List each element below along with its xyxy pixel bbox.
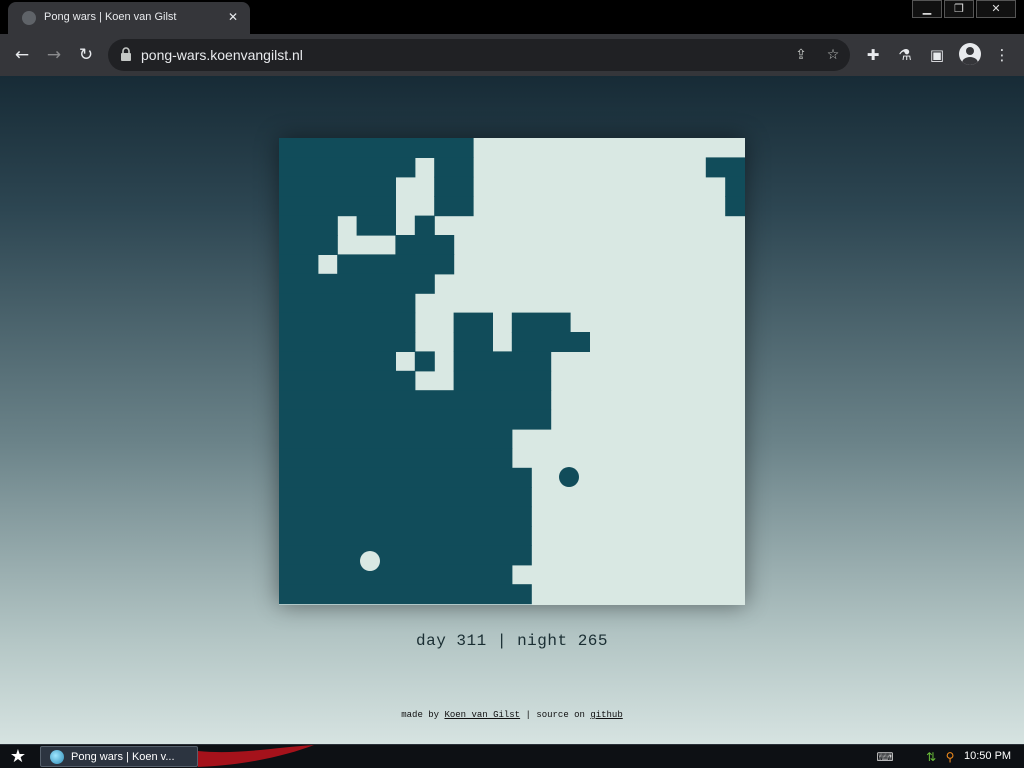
footer: made by Koen van Gilst | source on githu…: [0, 710, 1024, 720]
night-cell: [279, 584, 532, 605]
night-cell: [705, 157, 745, 178]
night-cell: [414, 215, 435, 236]
night-cell: [511, 312, 571, 333]
night-cell: [279, 409, 552, 430]
night-label: night: [517, 632, 568, 650]
night-cell: [434, 157, 474, 178]
night-cell: [453, 370, 552, 391]
night-cell: [279, 312, 416, 333]
restore-icon[interactable]: ❐: [944, 0, 974, 18]
night-cell: [279, 429, 513, 449]
night-cell: [395, 235, 455, 255]
arrow-left-icon[interactable]: ←: [10, 43, 34, 67]
decorative-swoosh: [198, 745, 314, 767]
github-link[interactable]: github: [590, 710, 622, 720]
night-cell: [279, 564, 513, 585]
tab-strip: Pong wars | Koen van Gilst ✕ ▁ ❐ ✕: [0, 0, 1024, 34]
footer-separator: |: [525, 710, 531, 720]
night-cell: [279, 506, 532, 527]
window-close-icon[interactable]: ✕: [976, 0, 1016, 18]
night-cell: [511, 332, 590, 352]
source-label: source on: [536, 710, 585, 720]
game-board: [279, 138, 745, 605]
night-cell: [725, 196, 745, 217]
night-ball: [559, 467, 579, 487]
night-cell: [279, 487, 532, 508]
keyboard-icon[interactable]: ⌨: [876, 748, 894, 766]
game-canvas: [279, 138, 745, 605]
close-icon[interactable]: ✕: [224, 8, 242, 26]
night-cell: [279, 176, 396, 197]
night-cell: [279, 157, 416, 178]
night-cell: [725, 176, 745, 197]
night-cell: [453, 351, 552, 372]
tab-title: Pong wars | Koen van Gilst: [44, 11, 177, 23]
made-by-label: made by: [401, 710, 440, 720]
night-cell: [279, 196, 396, 217]
night-cell: [337, 254, 455, 275]
arrow-right-icon[interactable]: →: [42, 43, 66, 67]
page-viewport: day 311 | night 265 made by Koen van Gil…: [0, 76, 1024, 744]
night-cell: [279, 526, 532, 546]
day-label: day: [416, 632, 447, 650]
night-cell: [356, 215, 396, 236]
night-cell: [279, 332, 416, 352]
night-cell: [279, 293, 416, 314]
taskbar-clock: 10:50 PM: [964, 750, 1012, 762]
night-cell: [279, 467, 532, 488]
taskbar-window-button[interactable]: Pong wars | Koen v...: [40, 746, 198, 767]
night-cell: [434, 176, 474, 197]
star-icon[interactable]: ☆: [823, 45, 843, 65]
search-icon[interactable]: ⚲: [941, 748, 959, 766]
os-taskbar: ★ Pong wars | Koen v... ⌨ ⇅ ⚲ 10:50 PM: [0, 744, 1024, 768]
window-controls: ▁ ❐ ✕: [910, 0, 1016, 18]
night-cell: [279, 351, 396, 372]
share-icon[interactable]: ⇪: [791, 45, 811, 65]
address-bar[interactable]: pong-wars.koenvangilst.nl ⇪ ☆: [108, 39, 850, 71]
night-cell: [279, 370, 416, 391]
day-score: 311: [456, 632, 487, 650]
night-cell: [414, 351, 435, 372]
night-cell: [279, 235, 338, 255]
night-cell: [279, 545, 532, 566]
sidepanel-icon[interactable]: ▣: [926, 44, 948, 66]
night-cell: [279, 138, 474, 158]
globe-icon: [22, 11, 36, 25]
reload-icon[interactable]: ↻: [74, 43, 98, 67]
night-cell: [453, 312, 493, 333]
avatar-icon[interactable]: [959, 43, 981, 65]
night-cell: [434, 196, 474, 217]
taskbar-window-label: Pong wars | Koen v...: [71, 751, 175, 763]
night-cell: [279, 254, 319, 275]
kebab-menu-icon[interactable]: ⋮: [991, 44, 1013, 66]
url-text[interactable]: pong-wars.koenvangilst.nl: [141, 47, 303, 63]
night-score: 265: [577, 632, 608, 650]
puzzle-icon[interactable]: ✚: [862, 44, 884, 66]
night-cell: [279, 390, 552, 411]
lock-icon: [121, 47, 131, 61]
minimize-icon[interactable]: ▁: [912, 0, 942, 18]
network-icon[interactable]: ⇅: [922, 748, 940, 766]
night-cell: [279, 215, 338, 236]
start-star-icon[interactable]: ★: [6, 746, 30, 768]
day-ball: [360, 551, 380, 571]
score-display: day 311 | night 265: [0, 632, 1024, 650]
browser-toolbar: ← → ↻ pong-wars.koenvangilst.nl ⇪ ☆ ✚ ⚗ …: [0, 34, 1024, 76]
night-cell: [279, 448, 513, 469]
browser-app-icon: [50, 750, 64, 764]
night-cell: [279, 273, 435, 294]
author-link[interactable]: Koen van Gilst: [444, 710, 520, 720]
flask-icon[interactable]: ⚗: [894, 44, 916, 66]
score-separator: |: [496, 632, 507, 650]
browser-tab[interactable]: Pong wars | Koen van Gilst ✕: [8, 2, 250, 34]
night-cell: [453, 332, 493, 352]
